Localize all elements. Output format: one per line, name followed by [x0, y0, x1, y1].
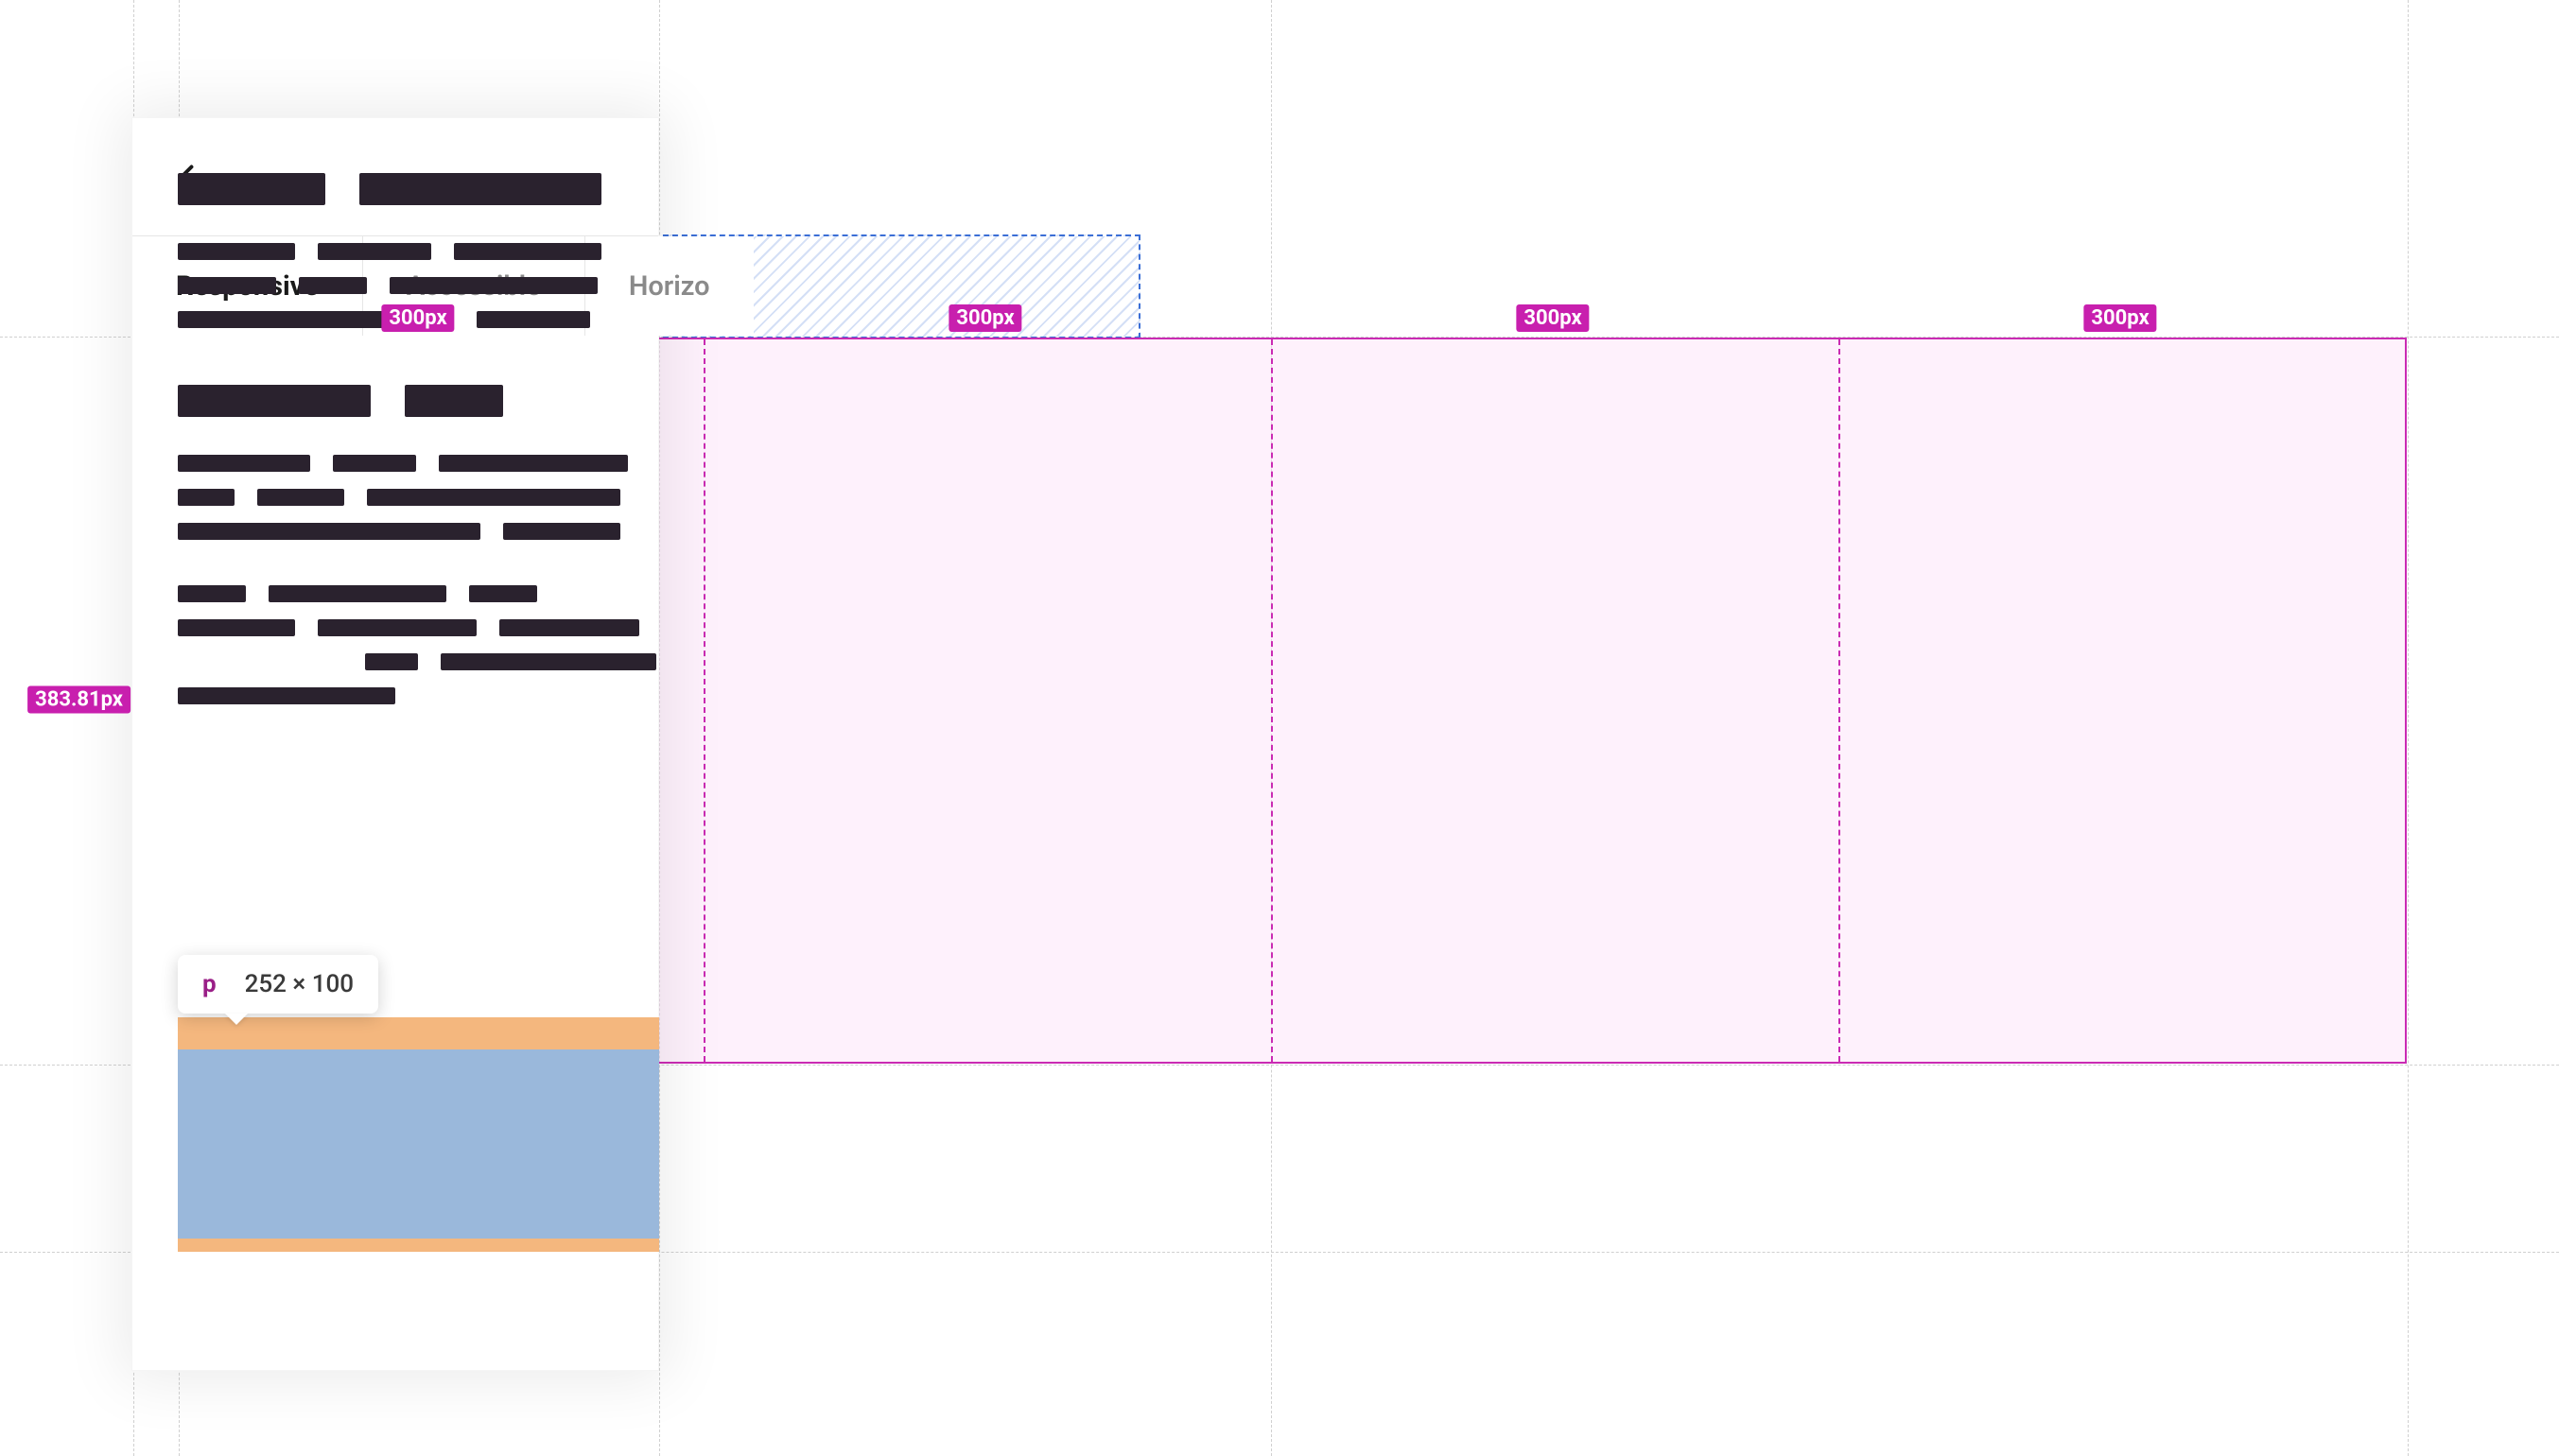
text-bar: [469, 585, 537, 602]
grid-col-chip: 300px: [949, 304, 1021, 332]
grid-height-chip: 383.81px: [27, 686, 131, 714]
paragraph-placeholder: [178, 585, 656, 704]
text-bar: [405, 385, 503, 417]
text-bar: [365, 653, 418, 670]
ruler-guide-v: [2408, 0, 2409, 1456]
box-model-overlay: [178, 1017, 659, 1252]
text-bar: [178, 585, 246, 602]
text-bar: [299, 277, 367, 294]
paragraph-placeholder: [178, 455, 656, 540]
content-overlay: [178, 1049, 659, 1239]
content-block: [178, 385, 656, 704]
text-bar: [477, 311, 590, 328]
tooltip-tag-name: p: [202, 970, 217, 998]
grid-col-chip: 300px: [1516, 304, 1589, 332]
grid-col-chip: 300px: [381, 304, 454, 332]
text-bar: [333, 455, 416, 472]
text-bar: [178, 173, 325, 205]
text-bar: [359, 173, 601, 205]
text-bar: [439, 455, 628, 472]
text-bar: [178, 277, 276, 294]
text-bar: [178, 243, 295, 260]
text-bar: [257, 489, 344, 506]
text-bar: [367, 489, 620, 506]
frame-content: [178, 173, 656, 704]
margin-overlay: [178, 1017, 659, 1049]
text-bar: [178, 489, 235, 506]
text-bar: [318, 619, 477, 636]
text-bar: [178, 455, 310, 472]
margin-overlay: [178, 1239, 659, 1252]
grid-divider: [1838, 339, 1840, 1062]
text-bar: [390, 277, 598, 294]
text-bar: [178, 619, 295, 636]
tooltip-dimensions: 252 × 100: [245, 970, 354, 998]
heading-placeholder: [178, 385, 656, 417]
text-bar: [441, 653, 656, 670]
text-bar: [503, 523, 620, 540]
text-bar: [454, 243, 601, 260]
text-bar: [178, 385, 371, 417]
heading-placeholder: [178, 173, 656, 205]
text-bar: [499, 619, 639, 636]
text-bar: [318, 243, 431, 260]
grid-col-chip: 300px: [2083, 304, 2156, 332]
text-bar: [178, 687, 395, 704]
element-inspector-tooltip: p 252 × 100: [178, 955, 378, 1014]
text-bar: [178, 523, 480, 540]
text-bar: [269, 585, 446, 602]
grid-divider: [1271, 339, 1273, 1062]
grid-divider: [704, 339, 705, 1062]
